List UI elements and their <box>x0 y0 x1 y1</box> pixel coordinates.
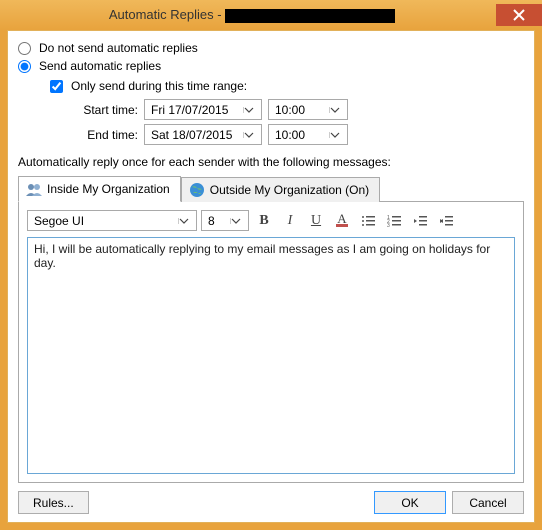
numbered-list-icon: 123 <box>387 215 401 227</box>
only-send-checkbox-row[interactable]: Only send during this time range: <box>50 79 524 93</box>
font-size-combo[interactable]: 8 <box>201 210 249 231</box>
title-text: Automatic Replies - <box>109 7 225 22</box>
start-time-label: Start time: <box>68 103 138 117</box>
chevron-down-icon <box>230 218 246 224</box>
chevron-down-icon <box>178 218 194 224</box>
bullet-list-button[interactable] <box>357 211 379 231</box>
tab-strip: Inside My Organization Outside My Organi… <box>18 175 524 201</box>
underline-button[interactable]: U <box>305 211 327 231</box>
only-send-label: Only send during this time range: <box>71 79 247 93</box>
tab-outside-label: Outside My Organization (On) <box>210 183 369 197</box>
start-time-value: 10:00 <box>275 103 305 117</box>
end-time-label: End time: <box>68 128 138 142</box>
client-area: Do not send automatic replies Send autom… <box>7 30 535 523</box>
italic-icon: I <box>288 213 293 229</box>
tab-inside-label: Inside My Organization <box>47 182 170 196</box>
indent-button[interactable] <box>435 211 457 231</box>
radio-do-not-send[interactable]: Do not send automatic replies <box>18 41 524 55</box>
cancel-button[interactable]: Cancel <box>452 491 524 514</box>
messages-caption: Automatically reply once for each sender… <box>18 155 524 169</box>
font-size-value: 8 <box>208 214 215 228</box>
bold-button[interactable]: B <box>253 211 275 231</box>
italic-button[interactable]: I <box>279 211 301 231</box>
bullet-list-icon <box>361 215 375 227</box>
font-family-combo[interactable]: Segoe UI <box>27 210 197 231</box>
radio-send[interactable]: Send automatic replies <box>18 59 524 73</box>
end-date-combo[interactable]: Sat 18/07/2015 <box>144 124 262 145</box>
chevron-down-icon <box>243 132 259 138</box>
outdent-button[interactable] <box>409 211 431 231</box>
chevron-down-icon <box>329 107 345 113</box>
chevron-down-icon <box>329 132 345 138</box>
message-editor[interactable]: Hi, I will be automatically replying to … <box>27 237 515 474</box>
radio-do-not-send-label: Do not send automatic replies <box>39 41 198 55</box>
radio-send-input[interactable] <box>18 60 31 73</box>
people-icon <box>25 180 43 198</box>
start-time-combo[interactable]: 10:00 <box>268 99 348 120</box>
dialog-footer: Rules... OK Cancel <box>18 491 524 514</box>
start-date-combo[interactable]: Fri 17/07/2015 <box>144 99 262 120</box>
font-color-button[interactable]: A <box>331 211 353 231</box>
numbered-list-button[interactable]: 123 <box>383 211 405 231</box>
tab-inside-org[interactable]: Inside My Organization <box>18 176 181 202</box>
chevron-down-icon <box>243 107 259 113</box>
tab-panel: Segoe UI 8 B I U A <box>18 201 524 483</box>
close-icon <box>513 9 525 21</box>
dialog-window: Automatic Replies - Do not send automati… <box>0 0 542 530</box>
rich-text-toolbar: Segoe UI 8 B I U A <box>27 210 515 231</box>
underline-icon: U <box>311 213 321 229</box>
ok-button[interactable]: OK <box>374 491 446 514</box>
time-range-section: Only send during this time range: Start … <box>50 79 524 145</box>
title-redacted <box>225 9 395 23</box>
tab-outside-org[interactable]: Outside My Organization (On) <box>181 177 380 202</box>
start-time-row: Start time: Fri 17/07/2015 10:00 <box>68 99 524 120</box>
end-time-row: End time: Sat 18/07/2015 10:00 <box>68 124 524 145</box>
globe-icon <box>188 181 206 199</box>
indent-icon <box>439 215 453 227</box>
close-button[interactable] <box>496 4 542 26</box>
end-date-value: Sat 18/07/2015 <box>151 128 232 142</box>
radio-send-label: Send automatic replies <box>39 59 161 73</box>
rules-button[interactable]: Rules... <box>18 491 89 514</box>
bold-icon: B <box>259 213 268 229</box>
titlebar: Automatic Replies - <box>0 0 542 30</box>
svg-text:3: 3 <box>387 223 390 227</box>
end-time-combo[interactable]: 10:00 <box>268 124 348 145</box>
only-send-checkbox[interactable] <box>50 80 63 93</box>
outdent-icon <box>413 215 427 227</box>
font-color-icon: A <box>336 214 348 227</box>
end-time-value: 10:00 <box>275 128 305 142</box>
time-grid: Start time: Fri 17/07/2015 10:00 <box>68 99 524 145</box>
radio-do-not-send-input[interactable] <box>18 42 31 55</box>
font-family-value: Segoe UI <box>34 214 84 228</box>
window-title: Automatic Replies - <box>8 7 496 23</box>
start-date-value: Fri 17/07/2015 <box>151 103 228 117</box>
